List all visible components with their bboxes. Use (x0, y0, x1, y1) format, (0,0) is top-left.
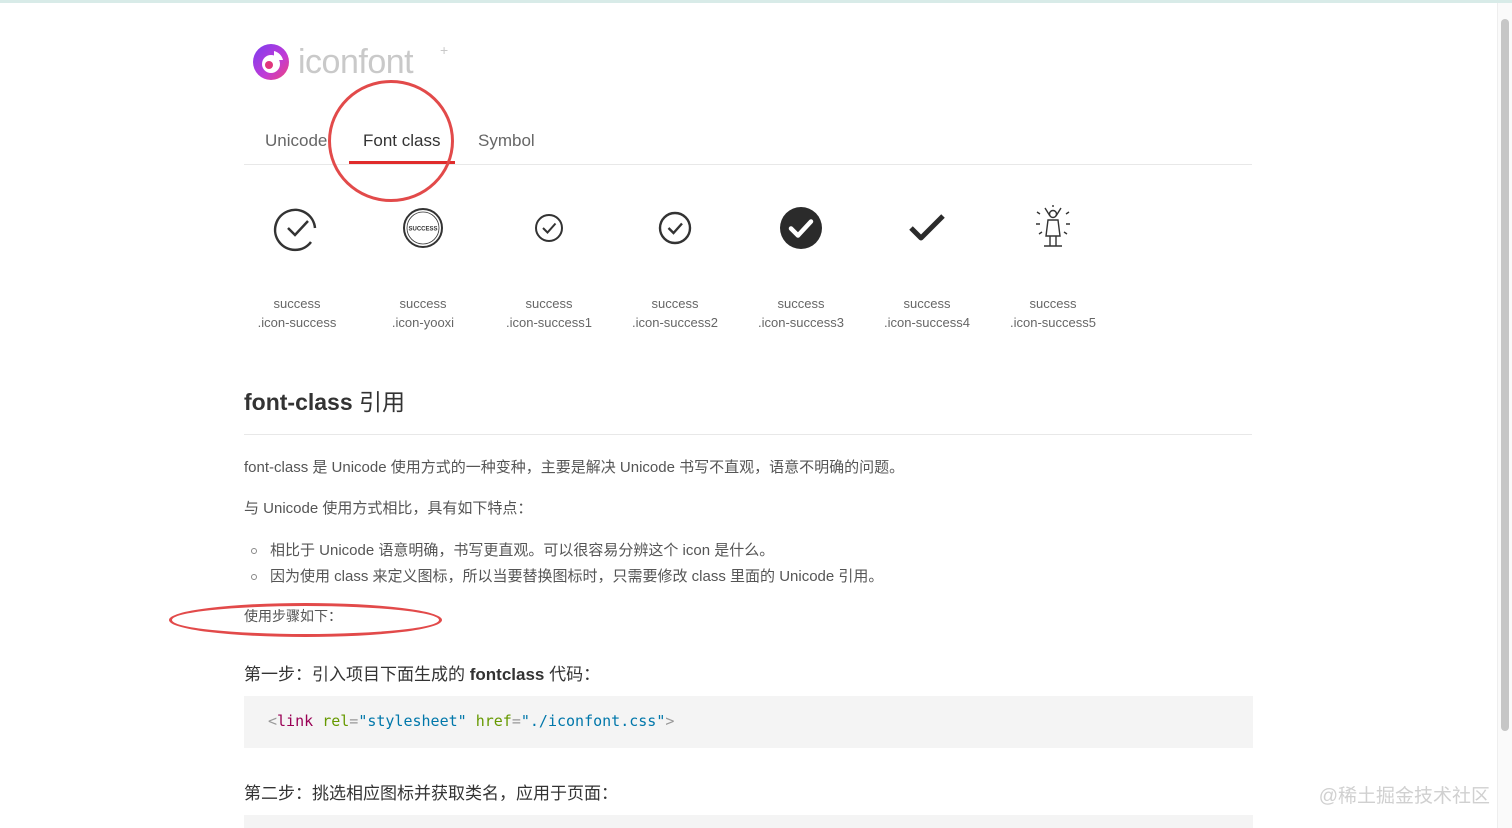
code-block[interactable] (244, 815, 1253, 828)
section-heading-cn: 引用 (359, 389, 406, 415)
circle-check-filled-icon (780, 207, 822, 249)
step1-bold: fontclass (469, 665, 545, 684)
section-divider (244, 434, 1252, 435)
circle-check-outline-icon (273, 208, 317, 252)
active-tab-indicator (349, 161, 455, 164)
watermark: @稀土掘金技术社区 (1318, 786, 1490, 807)
step2-heading: 第二步：挑选相应图标并获取类名，应用于页面： (244, 784, 618, 803)
step1-suffix: 代码： (544, 665, 601, 684)
icon-name: success (525, 296, 573, 311)
icon-class: .icon-success5 (1010, 315, 1096, 330)
steps-label: 使用步骤如下： (244, 608, 342, 624)
top-border (0, 0, 1512, 3)
icon-item-yooxi[interactable]: SUCCESS success .icon-yooxi (370, 196, 476, 332)
icon-item-success5[interactable]: success .icon-success5 (1000, 196, 1106, 332)
code-token: "./iconfont.css" (520, 712, 666, 730)
celebrating-person-icon (1036, 205, 1070, 247)
code-token: > (665, 712, 675, 730)
scrollbar[interactable] (1497, 3, 1512, 828)
iconfont-logo-icon (253, 44, 289, 80)
scrollbar-thumb[interactable] (1501, 19, 1509, 731)
logo-wordmark: iconfont (298, 43, 414, 81)
success-stamp-icon: SUCCESS (403, 208, 443, 248)
icon-name: success (273, 296, 321, 311)
code-token: "stylesheet" (358, 712, 467, 730)
icon-name: success (777, 296, 825, 311)
code-token: < (268, 712, 278, 730)
step1-heading: 第一步：引入项目下面生成的 fontclass 代码： (244, 660, 600, 685)
list-item: 相比于 Unicode 语意明确，书写更直观。可以很容易分辨这个 icon 是什… (244, 538, 883, 564)
icon-class: .icon-success1 (506, 315, 592, 330)
stamp-text: SUCCESS (408, 227, 437, 233)
icon-item-success[interactable]: success .icon-success (244, 196, 350, 332)
compare-paragraph: 与 Unicode 使用方式相比，具有如下特点： (244, 500, 533, 517)
icon-name: success (1029, 296, 1077, 311)
code-token: href (475, 712, 512, 730)
circle-check-thin-icon (535, 214, 563, 242)
icon-item-success1[interactable]: success .icon-success1 (496, 196, 602, 332)
tab-bar: Unicode Font class Symbol (244, 122, 1252, 165)
icon-class: .icon-success2 (632, 315, 718, 330)
tab-font-class[interactable]: Font class (363, 131, 440, 151)
icon-item-success2[interactable]: success .icon-success2 (622, 196, 728, 332)
icon-list: success .icon-success SUCCESS success .i… (244, 196, 1252, 346)
icon-name: success (651, 296, 699, 311)
section-heading-en: font-class (244, 389, 353, 415)
check-mark-icon (909, 214, 945, 241)
intro-paragraph: font-class 是 Unicode 使用方式的一种变种，主要是解决 Uni… (244, 459, 905, 476)
circle-check-icon (658, 211, 692, 245)
icon-name: success (399, 296, 447, 311)
tab-unicode[interactable]: Unicode (265, 131, 327, 151)
iconfont-logo[interactable]: iconfont + (252, 42, 448, 82)
code-token: = (511, 712, 521, 730)
code-token: rel (322, 712, 350, 730)
icon-name: success (903, 296, 951, 311)
code-line: <link rel="stylesheet" href="./iconfont.… (268, 712, 674, 730)
icon-class: .icon-yooxi (391, 315, 455, 330)
code-token: = (349, 712, 359, 730)
list-item: 因为使用 class 来定义图标，所以当要替换图标时，只需要修改 class 里… (244, 564, 883, 590)
feature-list: 相比于 Unicode 语意明确，书写更直观。可以很容易分辨这个 icon 是什… (244, 538, 883, 590)
code-block[interactable]: <link rel="stylesheet" href="./iconfont.… (244, 696, 1253, 748)
icon-class: .icon-success (257, 315, 337, 330)
tab-symbol[interactable]: Symbol (478, 131, 535, 151)
logo-plus: + (440, 42, 449, 58)
icon-class: .icon-success4 (884, 315, 970, 330)
icon-class: .icon-success3 (758, 315, 844, 330)
icon-item-success4[interactable]: success .icon-success4 (874, 196, 980, 332)
code-token: link (277, 712, 314, 730)
icon-item-success3[interactable]: success .icon-success3 (748, 196, 854, 332)
step1-prefix: 第一步：引入项目下面生成的 (244, 665, 470, 684)
section-heading: font-class 引用 (244, 383, 405, 417)
